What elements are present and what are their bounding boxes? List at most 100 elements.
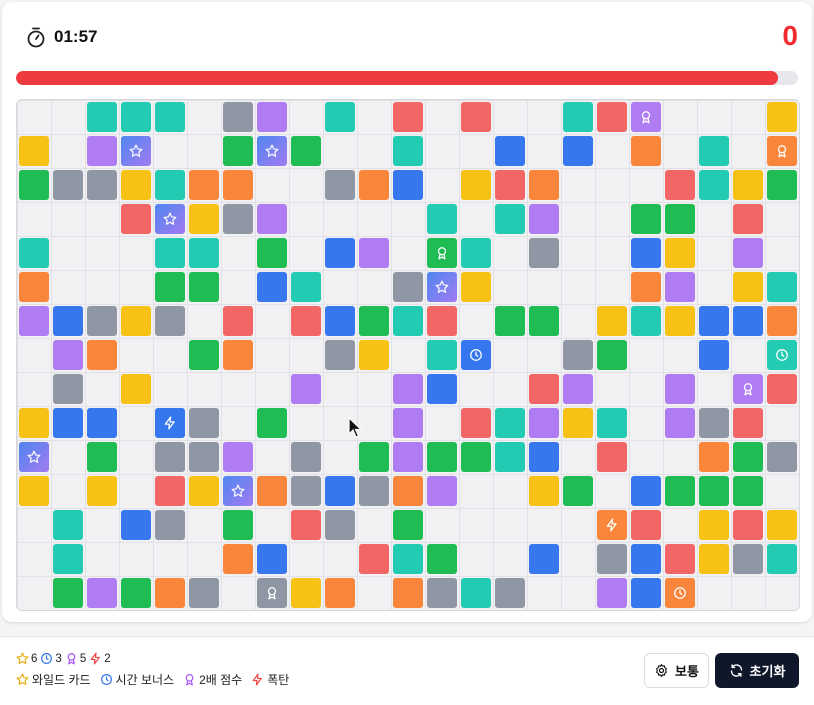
tile-green[interactable] <box>427 544 457 574</box>
tile-teal[interactable] <box>19 238 49 268</box>
tile-teal[interactable] <box>325 102 355 132</box>
tile-gray[interactable] <box>189 442 219 472</box>
tile-blue[interactable] <box>631 476 661 506</box>
tile-purple[interactable] <box>291 374 321 404</box>
tile-green[interactable] <box>461 442 491 472</box>
tile-teal[interactable] <box>699 170 729 200</box>
tile-yellow[interactable] <box>291 578 321 608</box>
tile-teal[interactable] <box>427 204 457 234</box>
tile-orange[interactable] <box>223 170 253 200</box>
tile-red[interactable] <box>461 102 491 132</box>
tile-green[interactable] <box>121 578 151 608</box>
tile-green[interactable] <box>189 340 219 370</box>
tile-teal[interactable] <box>87 102 117 132</box>
tile-blue[interactable] <box>325 476 355 506</box>
tile-red[interactable] <box>121 204 151 234</box>
tile-yellow[interactable] <box>121 374 151 404</box>
tile-purple[interactable] <box>53 340 83 370</box>
tile-blue[interactable] <box>631 544 661 574</box>
tile-green[interactable] <box>257 408 287 438</box>
tile-yellow[interactable] <box>19 136 49 166</box>
tile-gray[interactable] <box>53 170 83 200</box>
tile-gray[interactable] <box>223 102 253 132</box>
tile-ribbon-powerup[interactable] <box>767 136 797 166</box>
tile-gray[interactable] <box>189 578 219 608</box>
tile-blue[interactable] <box>529 544 559 574</box>
tile-green[interactable] <box>767 170 797 200</box>
tile-bolt-powerup[interactable] <box>155 408 185 438</box>
tile-orange[interactable] <box>767 306 797 336</box>
tile-green[interactable] <box>733 476 763 506</box>
tile-yellow[interactable] <box>359 340 389 370</box>
tile-teal[interactable] <box>189 238 219 268</box>
tile-gray[interactable] <box>597 544 627 574</box>
tile-teal[interactable] <box>291 272 321 302</box>
tile-blue[interactable] <box>733 306 763 336</box>
tile-gray[interactable] <box>155 442 185 472</box>
tile-gray[interactable] <box>87 170 117 200</box>
tile-red[interactable] <box>597 102 627 132</box>
tile-green[interactable] <box>495 306 525 336</box>
tile-green[interactable] <box>87 442 117 472</box>
tile-green[interactable] <box>257 238 287 268</box>
tile-red[interactable] <box>393 102 423 132</box>
tile-clock-powerup[interactable] <box>767 340 797 370</box>
tile-star-powerup[interactable] <box>155 204 185 234</box>
tile-green[interactable] <box>155 272 185 302</box>
tile-purple[interactable] <box>393 408 423 438</box>
tile-teal[interactable] <box>495 408 525 438</box>
tile-gray[interactable] <box>733 544 763 574</box>
tile-red[interactable] <box>461 408 491 438</box>
tile-yellow[interactable] <box>87 476 117 506</box>
tile-orange[interactable] <box>325 578 355 608</box>
tile-purple[interactable] <box>87 578 117 608</box>
tile-yellow[interactable] <box>733 170 763 200</box>
tile-purple[interactable] <box>223 442 253 472</box>
tile-purple[interactable] <box>665 272 695 302</box>
tile-red[interactable] <box>291 510 321 540</box>
tile-star-powerup[interactable] <box>257 136 287 166</box>
tile-gray[interactable] <box>393 272 423 302</box>
tile-blue[interactable] <box>325 238 355 268</box>
tile-teal[interactable] <box>461 578 491 608</box>
tile-yellow[interactable] <box>461 170 491 200</box>
tile-green[interactable] <box>223 136 253 166</box>
tile-gray[interactable] <box>53 374 83 404</box>
tile-green[interactable] <box>631 204 661 234</box>
tile-yellow[interactable] <box>121 170 151 200</box>
tile-blue[interactable] <box>495 136 525 166</box>
tile-green[interactable] <box>733 442 763 472</box>
tile-blue[interactable] <box>529 442 559 472</box>
tile-gray[interactable] <box>155 510 185 540</box>
tile-green[interactable] <box>19 170 49 200</box>
tile-purple[interactable] <box>19 306 49 336</box>
tile-gray[interactable] <box>291 476 321 506</box>
tile-green[interactable] <box>665 204 695 234</box>
tile-orange[interactable] <box>223 340 253 370</box>
tile-orange[interactable] <box>155 578 185 608</box>
tile-blue[interactable] <box>87 408 117 438</box>
tile-red[interactable] <box>223 306 253 336</box>
tile-teal[interactable] <box>155 102 185 132</box>
tile-red[interactable] <box>597 442 627 472</box>
tile-star-powerup[interactable] <box>121 136 151 166</box>
tile-orange[interactable] <box>631 272 661 302</box>
tile-teal[interactable] <box>393 136 423 166</box>
tile-gray[interactable] <box>699 408 729 438</box>
tile-orange[interactable] <box>257 476 287 506</box>
tile-blue[interactable] <box>631 238 661 268</box>
tile-orange[interactable] <box>87 340 117 370</box>
tile-ribbon-powerup[interactable] <box>257 578 287 608</box>
tile-yellow[interactable] <box>665 306 695 336</box>
tile-blue[interactable] <box>393 170 423 200</box>
tile-gray[interactable] <box>155 306 185 336</box>
tile-green[interactable] <box>665 476 695 506</box>
tile-orange[interactable] <box>393 578 423 608</box>
tile-clock-powerup[interactable] <box>461 340 491 370</box>
tile-red[interactable] <box>359 544 389 574</box>
tile-green[interactable] <box>53 578 83 608</box>
tile-orange[interactable] <box>223 544 253 574</box>
tile-yellow[interactable] <box>733 272 763 302</box>
tile-gray[interactable] <box>767 442 797 472</box>
tile-red[interactable] <box>733 204 763 234</box>
